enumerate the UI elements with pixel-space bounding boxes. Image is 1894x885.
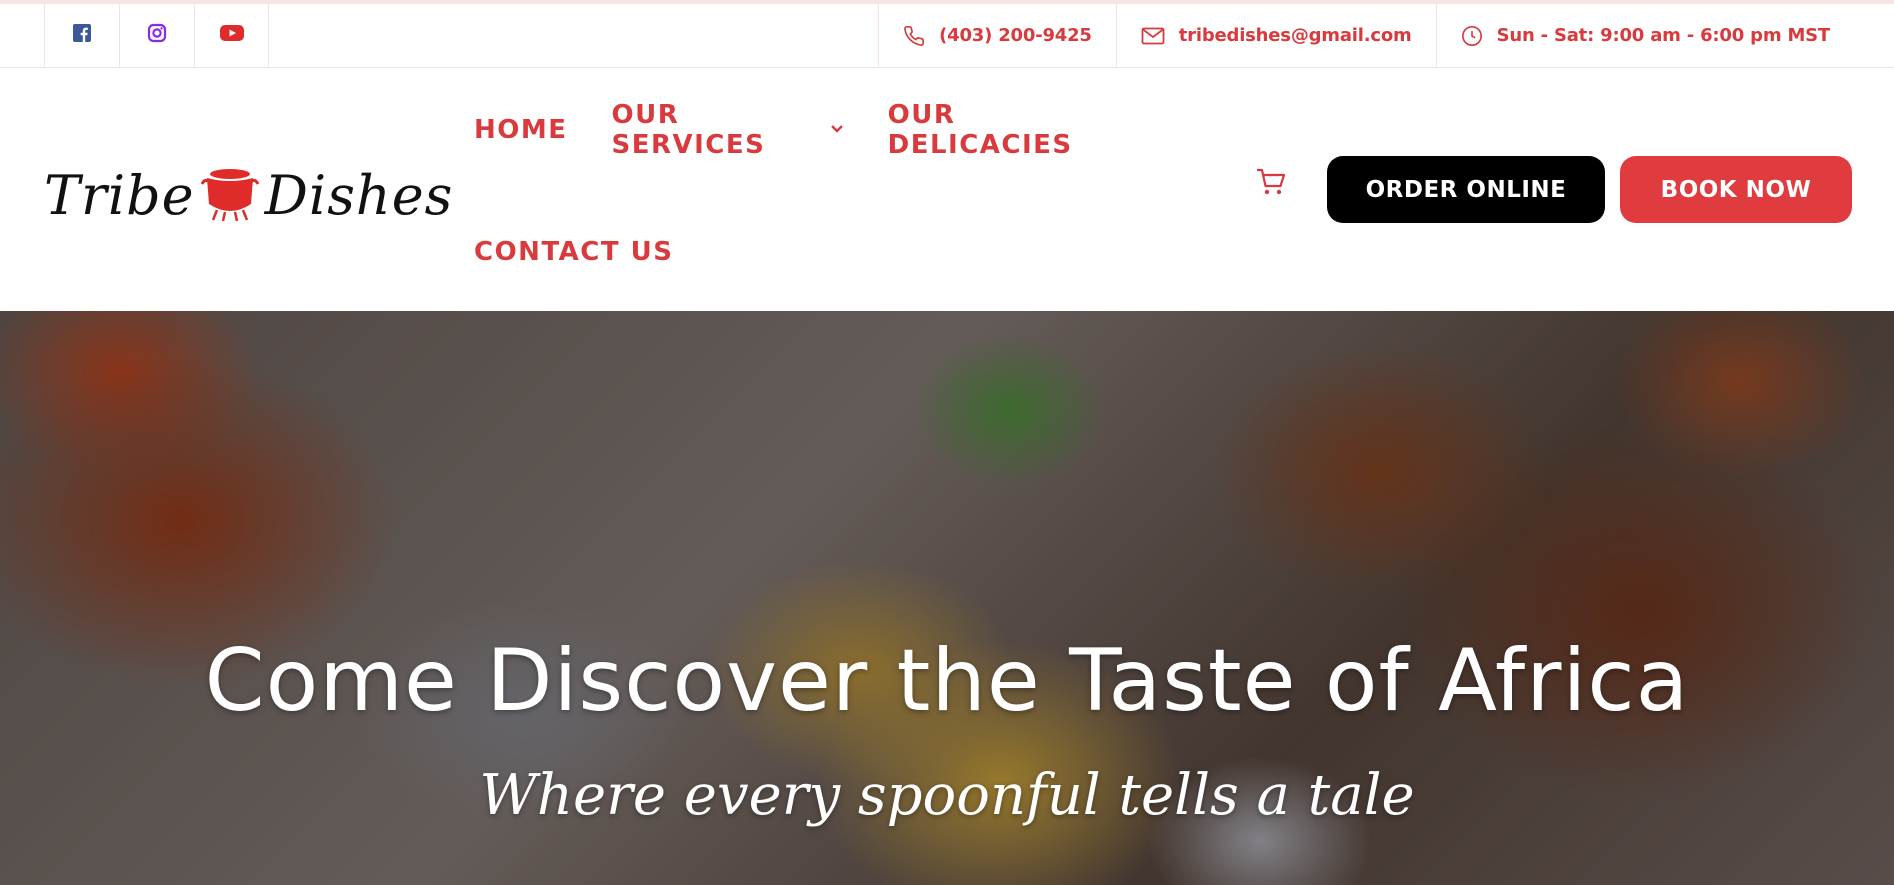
nav-our-services[interactable]: OUR SERVICES — [612, 100, 844, 160]
business-hours: Sun - Sat: 9:00 am - 6:00 pm MST — [1435, 4, 1894, 67]
instagram-link[interactable] — [119, 4, 194, 67]
nav-home[interactable]: HOME — [474, 115, 568, 145]
contact-strip: (403) 200-9425 tribedishes@gmail.com Sun… — [878, 4, 1894, 67]
cooking-pot-icon — [199, 164, 261, 227]
chevron-down-icon — [830, 122, 844, 138]
phone-icon — [903, 25, 925, 47]
nav-row-secondary: CONTACT US — [474, 226, 1174, 278]
mail-icon — [1141, 26, 1165, 46]
hours-text: Sun - Sat: 9:00 am - 6:00 pm MST — [1496, 25, 1831, 46]
nav-contact-us[interactable]: CONTACT US — [474, 237, 674, 267]
phone-link[interactable]: (403) 200-9425 — [878, 4, 1116, 67]
site-logo[interactable]: Tribe Dishes — [44, 160, 452, 230]
logo-text-tribe: Tribe — [44, 163, 195, 227]
hero-subtitle: Where every spoonful tells a tale — [479, 763, 1415, 828]
hero-banner: Come Discover the Taste of Africa Where … — [0, 311, 1894, 885]
hero-title: Come Discover the Taste of Africa — [204, 631, 1690, 731]
email-address: tribedishes@gmail.com — [1178, 25, 1412, 46]
cart-button[interactable] — [1256, 168, 1286, 201]
cart-icon — [1256, 168, 1286, 200]
nav-our-services-label: OUR SERVICES — [611, 100, 766, 160]
nav-row-primary: HOME OUR SERVICES OUR DELICACIES — [474, 100, 1174, 160]
nav-our-delicacies[interactable]: OUR DELICACIES — [888, 100, 1130, 160]
youtube-link[interactable] — [194, 4, 269, 67]
email-link[interactable]: tribedishes@gmail.com — [1115, 4, 1436, 67]
phone-number: (403) 200-9425 — [939, 25, 1092, 46]
social-links — [44, 4, 269, 67]
instagram-icon — [147, 23, 167, 48]
top-bar: (403) 200-9425 tribedishes@gmail.com Sun… — [0, 0, 1894, 68]
site-header: Tribe Dishes HOME OUR SERVICES OUR DELIC… — [0, 68, 1894, 311]
logo-text-dishes: Dishes — [264, 163, 454, 227]
youtube-icon — [219, 24, 244, 47]
clock-icon — [1461, 25, 1483, 47]
facebook-link[interactable] — [44, 4, 119, 67]
main-nav: HOME OUR SERVICES OUR DELICACIES CONTACT… — [474, 100, 1174, 278]
facebook-icon — [73, 24, 91, 47]
order-online-button[interactable]: ORDER ONLINE — [1327, 156, 1605, 223]
book-now-button[interactable]: BOOK NOW — [1620, 156, 1852, 223]
